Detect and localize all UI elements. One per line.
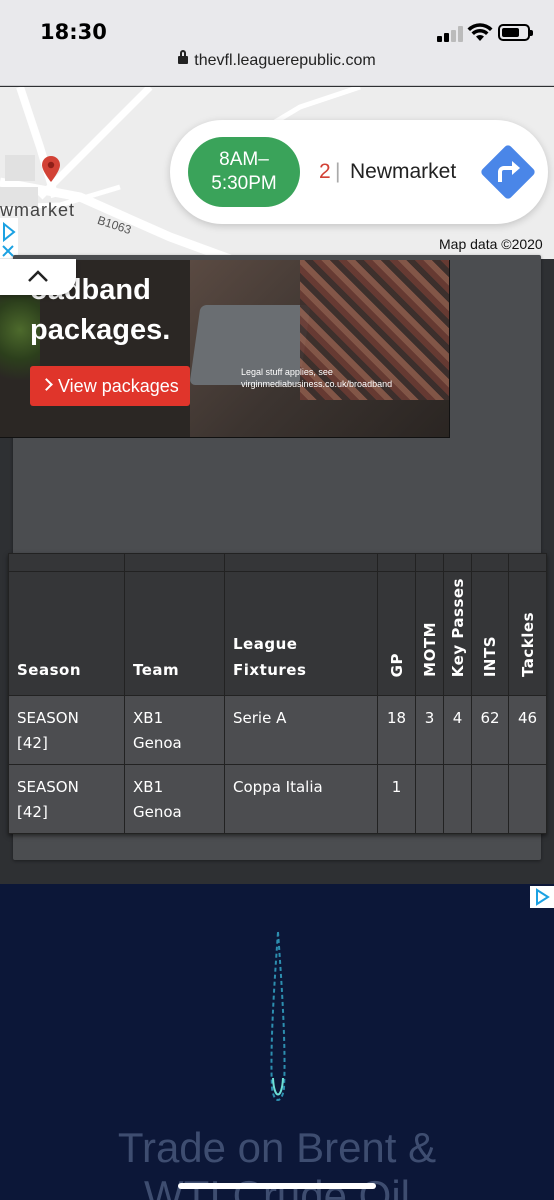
cell-ints bbox=[471, 764, 509, 834]
header-key-passes[interactable]: Key Passes bbox=[443, 571, 472, 696]
cell-team[interactable]: XB1 Genoa bbox=[124, 695, 225, 765]
adchoices-icon[interactable] bbox=[530, 886, 554, 908]
player-stats-table: Season Team League Fixtures GP MOTM Key … bbox=[8, 553, 547, 834]
oil-drop-graphic bbox=[270, 931, 286, 1101]
legal-line-1: Legal stuff applies, see bbox=[241, 367, 333, 377]
season-line-2: [42] bbox=[17, 734, 48, 752]
location-town: Newmarket bbox=[350, 160, 457, 183]
table-row: SEASON [42] XB1 Genoa Serie A 18 3 4 62 … bbox=[8, 695, 547, 765]
header-tackles[interactable]: Tackles bbox=[508, 571, 547, 696]
cell-tackles bbox=[508, 764, 547, 834]
header-team[interactable]: Team bbox=[124, 571, 225, 696]
table-header-row: Season Team League Fixtures GP MOTM Key … bbox=[8, 571, 547, 696]
url-bar[interactable]: thevfl.leaguerepublic.com bbox=[0, 50, 554, 70]
cell-tackles: 46 bbox=[508, 695, 547, 765]
wifi-icon bbox=[467, 23, 493, 41]
cell-gp: 18 bbox=[377, 695, 416, 765]
team-line-2: Genoa bbox=[133, 803, 182, 821]
cell-ints: 62 bbox=[471, 695, 509, 765]
hours-line-1: 8AM– bbox=[219, 149, 269, 170]
header-season[interactable]: Season bbox=[8, 571, 125, 696]
promo-legal-text: Legal stuff applies, see virginmediabusi… bbox=[241, 366, 392, 390]
map-advertisement[interactable]: wmarket B1063 8AM– 5:30PM 2 | Newmarket … bbox=[0, 87, 554, 259]
rank-separator: | bbox=[335, 160, 341, 183]
header-ints[interactable]: INTS bbox=[471, 571, 509, 696]
header-fixtures-line-1: League bbox=[233, 635, 298, 653]
team-line-1: XB1 bbox=[133, 709, 164, 727]
cell-motm bbox=[415, 764, 444, 834]
cell-season: SEASON [42] bbox=[8, 764, 125, 834]
battery-icon bbox=[498, 24, 533, 41]
cell-season: SEASON [42] bbox=[8, 695, 125, 765]
header-fixtures[interactable]: League Fixtures bbox=[224, 571, 378, 696]
chevron-up-icon bbox=[28, 270, 48, 282]
table-row: SEASON [42] XB1 Genoa Coppa Italia 1 bbox=[8, 764, 547, 834]
season-line-2: [42] bbox=[17, 803, 48, 821]
lock-icon bbox=[178, 50, 189, 64]
season-line-1: SEASON bbox=[17, 778, 79, 796]
header-motm-label: MOTM bbox=[420, 622, 439, 677]
cell-key-passes: 4 bbox=[443, 695, 472, 765]
oil-trading-ad[interactable]: Trade on Brent & WTI Crude Oil bbox=[0, 884, 554, 1200]
promo-headline-line-2: packages. bbox=[30, 314, 171, 346]
location-rank: 2 bbox=[319, 160, 331, 183]
legal-line-2: virginmediabusiness.co.uk/broadband bbox=[241, 379, 393, 389]
header-fixtures-line-2: Fixtures bbox=[233, 661, 307, 679]
table-top-row bbox=[8, 553, 547, 572]
view-packages-label: View packages bbox=[58, 376, 179, 396]
map-attribution: Map data ©2020 bbox=[439, 236, 543, 252]
cell-key-passes bbox=[443, 764, 472, 834]
map-info-card[interactable]: 8AM– 5:30PM 2 | Newmarket bbox=[170, 120, 548, 224]
hours-line-2: 5:30PM bbox=[211, 173, 277, 194]
ad-headline-line-1: Trade on Brent & bbox=[117, 1124, 437, 1171]
url-text: thevfl.leaguerepublic.com bbox=[194, 52, 376, 69]
team-line-1: XB1 bbox=[133, 778, 164, 796]
view-packages-button[interactable]: View packages bbox=[30, 366, 190, 406]
header-motm[interactable]: MOTM bbox=[415, 571, 444, 696]
chevron-right-icon bbox=[40, 378, 53, 391]
cellular-signal-icon bbox=[437, 26, 463, 42]
browser-status-bar: 18:30 thevfl.leaguerepublic.com bbox=[0, 0, 554, 86]
collapse-ad-button[interactable] bbox=[0, 259, 76, 295]
cell-team[interactable]: XB1 Genoa bbox=[124, 764, 225, 834]
header-gp[interactable]: GP bbox=[377, 571, 416, 696]
opening-hours-badge: 8AM– 5:30PM bbox=[188, 137, 300, 207]
header-key-passes-label: Key Passes bbox=[448, 577, 467, 677]
home-indicator[interactable] bbox=[178, 1183, 376, 1189]
header-ints-label: INTS bbox=[481, 635, 499, 677]
cell-fixture[interactable]: Serie A bbox=[224, 695, 378, 765]
directions-icon[interactable] bbox=[476, 140, 540, 204]
cell-motm: 3 bbox=[415, 695, 444, 765]
adchoices-icon[interactable] bbox=[0, 218, 18, 258]
cell-gp: 1 bbox=[377, 764, 416, 834]
team-line-2: Genoa bbox=[133, 734, 182, 752]
clock: 18:30 bbox=[40, 20, 107, 44]
cell-fixture[interactable]: Coppa Italia bbox=[224, 764, 378, 834]
season-line-1: SEASON bbox=[17, 709, 79, 727]
header-tackles-label: Tackles bbox=[518, 611, 537, 677]
header-gp-label: GP bbox=[387, 652, 406, 677]
map-pin-icon bbox=[42, 156, 60, 182]
